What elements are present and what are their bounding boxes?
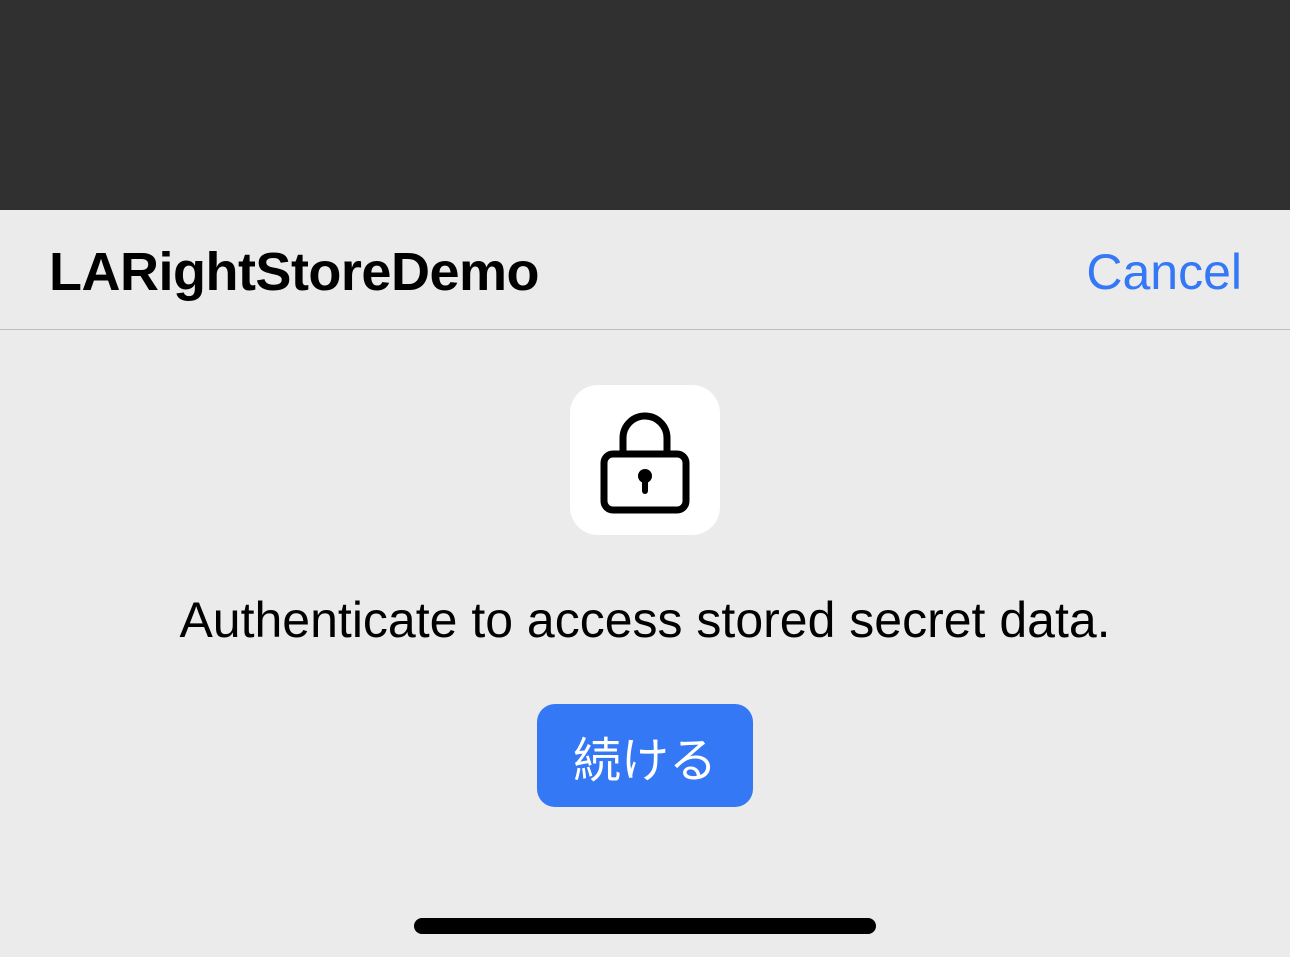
screen: LARightStoreDemo Cancel Authenticate to …: [0, 0, 1290, 957]
dimmed-backdrop[interactable]: [0, 0, 1290, 210]
lock-icon: [600, 412, 690, 514]
app-title: LARightStoreDemo: [49, 242, 540, 302]
auth-message: Authenticate to access stored secret dat…: [179, 592, 1111, 648]
lock-icon-tile: [570, 385, 720, 535]
sheet-header: LARightStoreDemo Cancel: [0, 210, 1290, 330]
cancel-button[interactable]: Cancel: [1086, 242, 1242, 302]
auth-sheet: LARightStoreDemo Cancel Authenticate to …: [0, 210, 1290, 957]
continue-button[interactable]: 続ける: [537, 704, 753, 807]
home-indicator[interactable]: [414, 918, 876, 934]
